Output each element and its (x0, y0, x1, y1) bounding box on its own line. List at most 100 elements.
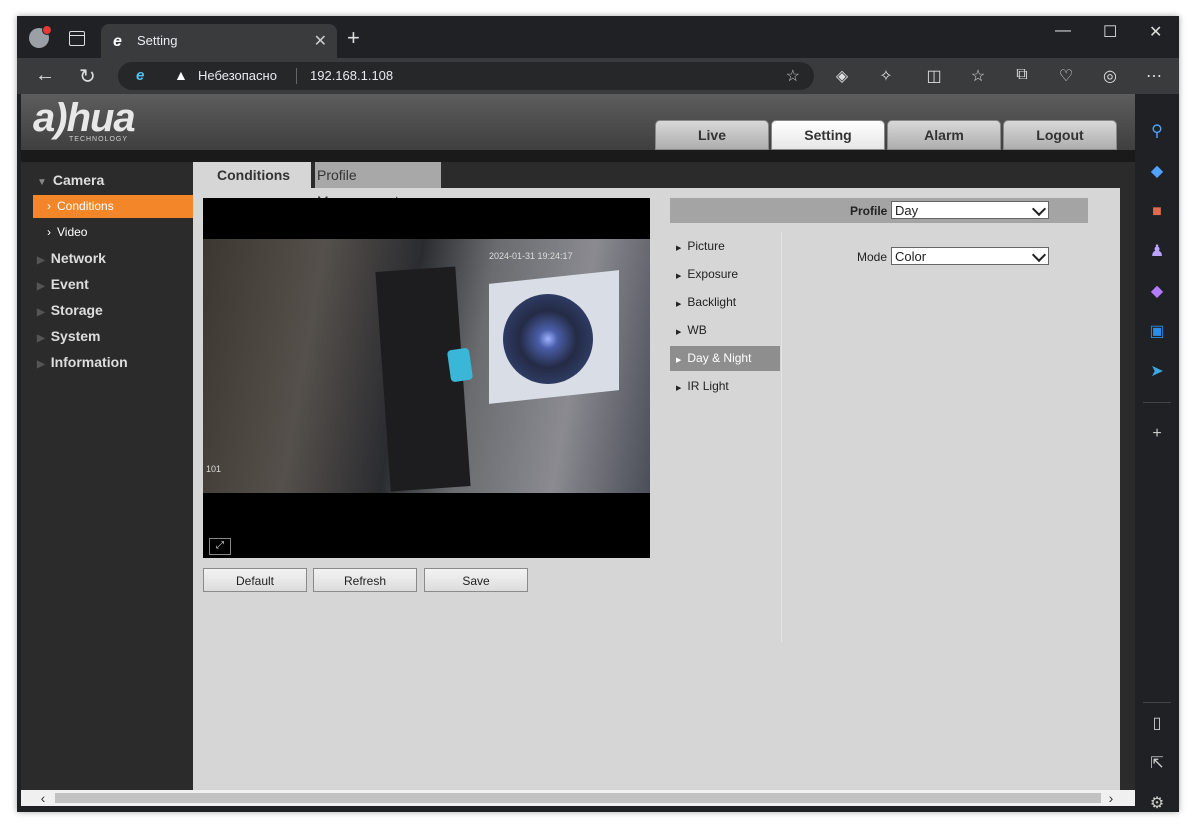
nav-storage[interactable]: ▶ Storage (37, 302, 103, 318)
vertical-divider (780, 232, 783, 642)
security-label[interactable]: Небезопасно (198, 68, 277, 83)
submenu-day-night[interactable]: ▶ Day & Night (670, 346, 780, 371)
tab-close-icon[interactable]: ✕ (314, 31, 327, 51)
expanded-triangle-icon: ▼ (37, 177, 47, 188)
profile-select[interactable]: Day (891, 201, 1049, 219)
title-bar: e Setting ✕ + — ☐ ✕ (17, 16, 1179, 58)
favorites-icon[interactable]: ☆ (968, 66, 988, 86)
new-tab-button[interactable]: + (347, 25, 360, 51)
copilot-icon[interactable]: ◎ (1100, 66, 1120, 86)
chevron-down-icon (1031, 201, 1047, 217)
nav-network[interactable]: ▶ Network (37, 250, 106, 266)
edge-logo-icon: e (136, 67, 145, 84)
nav-information[interactable]: ▶ Information (37, 354, 128, 370)
nav-camera[interactable]: ▼ Camera (37, 172, 104, 188)
chevron-down-icon (1031, 247, 1047, 263)
nav-video[interactable]: › Video (33, 221, 193, 244)
nav-live[interactable]: Live (655, 120, 769, 150)
maximize-icon[interactable]: ☐ (1103, 22, 1117, 42)
url-bar[interactable]: e ▲ Небезопасно 192.168.1.108 ☆ (118, 62, 814, 90)
scroll-thumb[interactable] (55, 793, 1101, 803)
fullscreen-icon[interactable]: ⤢ (209, 538, 231, 555)
triangle-right-icon: ▶ (676, 329, 682, 336)
tools-icon[interactable]: ■ (1147, 202, 1167, 222)
logo-subtitle: TECHNOLOGY (69, 136, 129, 143)
nav-system[interactable]: ▶ System (37, 328, 101, 344)
divider (296, 68, 297, 84)
outlook-icon[interactable]: ▣ (1147, 322, 1167, 342)
profile-label: Profile (850, 204, 888, 218)
minimize-icon[interactable]: — (1055, 22, 1071, 40)
hide-sidebar-icon[interactable]: ▯ (1147, 714, 1167, 734)
divider (1143, 702, 1171, 703)
search-icon[interactable]: ⚲ (1147, 122, 1167, 142)
nav-logout[interactable]: Logout (1003, 120, 1117, 150)
url-text[interactable]: 192.168.1.108 (310, 68, 393, 83)
collections-icon[interactable]: ⧉ (1012, 66, 1032, 84)
collapsed-triangle-icon: ▶ (37, 281, 45, 292)
collapsed-triangle-icon: ▶ (37, 359, 45, 370)
page-header: a)hua TECHNOLOGY Live Setting Alarm Logo… (21, 94, 1135, 150)
video-preview[interactable]: 2024-01-31 19:24:17 101 ⤢ (203, 198, 650, 558)
warning-icon[interactable]: ▲ (174, 67, 188, 83)
edge-favicon-icon: e (113, 33, 122, 50)
browser-tab[interactable]: e Setting ✕ (101, 24, 337, 58)
horizontal-scrollbar[interactable]: ‹ › (21, 790, 1135, 806)
triangle-right-icon: ▶ (676, 301, 682, 308)
triangle-right-icon: ▶ (676, 357, 682, 364)
drop-icon[interactable]: ➤ (1147, 362, 1167, 382)
settings-gear-icon[interactable]: ⚙ (1147, 794, 1167, 812)
left-nav: ▼ Camera › Conditions › Video ▶ Network ▶ Eve… (21, 162, 193, 790)
collapsed-triangle-icon: ▶ (37, 333, 45, 344)
extension-icon[interactable]: ◈ (832, 66, 852, 86)
scroll-right-icon[interactable]: › (1103, 790, 1119, 806)
split-screen-icon[interactable]: ◫ (924, 66, 944, 86)
favorite-star-icon[interactable]: ☆ (786, 66, 800, 86)
scroll-left-icon[interactable]: ‹ (35, 790, 51, 806)
add-icon[interactable]: + (1147, 424, 1167, 444)
submenu-ir-light[interactable]: ▶ IR Light (670, 374, 780, 399)
web-page: a)hua TECHNOLOGY Live Setting Alarm Logo… (21, 94, 1135, 790)
shopping-tag-icon[interactable]: ◆ (1147, 162, 1167, 182)
video-channel: 101 (206, 464, 222, 474)
close-window-icon[interactable]: ✕ (1149, 22, 1162, 42)
collapsed-triangle-icon: ▶ (37, 307, 45, 318)
more-menu-icon[interactable]: ⋯ (1144, 66, 1164, 86)
dahua-logo: a)hua (33, 96, 136, 140)
puzzle-extensions-icon[interactable]: ✧ (876, 66, 896, 86)
mode-select[interactable]: Color (891, 247, 1049, 265)
microsoft365-icon[interactable]: ◆ (1147, 282, 1167, 302)
browser-essentials-icon[interactable]: ♡ (1056, 66, 1076, 86)
header-strip (21, 150, 1135, 162)
submenu-wb[interactable]: ▶ WB (670, 318, 780, 343)
chevron-right-icon: › (47, 199, 51, 213)
save-button[interactable]: Save (424, 568, 528, 592)
default-button[interactable]: Default (203, 568, 307, 592)
triangle-right-icon: ▶ (676, 385, 682, 392)
mode-label: Mode (857, 250, 888, 264)
video-timestamp: 2024-01-31 19:24:17 (489, 251, 573, 261)
nav-event[interactable]: ▶ Event (37, 276, 89, 292)
edge-sidebar: ⚲ ◆ ■ ♟ ◆ ▣ ➤ + ▯ ⇱ ⚙ (1135, 94, 1179, 812)
nav-alarm[interactable]: Alarm (887, 120, 1001, 150)
reload-icon[interactable]: ↻ (79, 64, 96, 89)
conditions-submenu: ▶ Picture ▶ Exposure ▶ Backlight ▶ WB ▶ Day &… (670, 234, 780, 404)
camera-image: 2024-01-31 19:24:17 101 (203, 239, 650, 493)
tab-profile-management[interactable]: Profile Management (315, 162, 441, 209)
submenu-picture[interactable]: ▶ Picture (670, 234, 780, 259)
back-icon[interactable]: ← (35, 64, 55, 87)
triangle-right-icon: ▶ (676, 273, 682, 280)
games-icon[interactable]: ♟ (1147, 242, 1167, 262)
refresh-button[interactable]: Refresh (313, 568, 417, 592)
nav-conditions[interactable]: › Conditions (33, 195, 193, 218)
address-bar: ← ↻ e ▲ Небезопасно 192.168.1.108 ☆ ◈ ✧ … (17, 58, 1179, 94)
tab-conditions[interactable]: Conditions (193, 162, 311, 188)
tab-title: Setting (137, 33, 178, 48)
submenu-exposure[interactable]: ▶ Exposure (670, 262, 780, 287)
tab-actions-icon[interactable] (69, 31, 85, 46)
open-external-icon[interactable]: ⇱ (1147, 754, 1167, 774)
nav-setting[interactable]: Setting (771, 120, 885, 150)
submenu-backlight[interactable]: ▶ Backlight (670, 290, 780, 315)
profile-avatar-icon[interactable] (29, 25, 52, 48)
fan-icon (503, 294, 593, 384)
